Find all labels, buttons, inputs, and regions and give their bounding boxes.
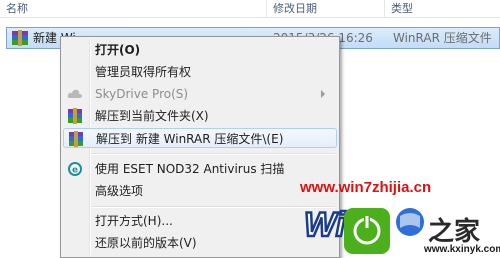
menu-item-label: 打开(O)	[95, 43, 141, 57]
column-date-modified[interactable]: 修改日期	[266, 0, 384, 17]
menu-item-eset-scan[interactable]: e 使用 ESET NOD32 Antivirus 扫描	[63, 159, 337, 179]
file-type: WinRAR 压缩文件	[393, 31, 492, 45]
menu-item-advanced-options[interactable]: 高级选项	[63, 181, 337, 201]
svg-text:e: e	[72, 166, 78, 176]
menu-item-label: 还原以前的版本(V)	[95, 236, 197, 250]
column-type[interactable]: 类型	[384, 0, 500, 17]
winrar-extract-icon	[69, 131, 83, 147]
context-menu: 打开(O) 管理员取得所有权 SkyDrive Pro(S) 解压到当前文件夹(…	[60, 36, 340, 258]
menu-separator	[91, 206, 335, 208]
cloud-icon	[67, 89, 82, 98]
menu-item-label: 解压到当前文件夹(X)	[95, 109, 209, 123]
menu-item-extract-to-folder[interactable]: 解压到 新建 WinRAR 压缩文件\(E)	[63, 128, 337, 148]
menu-item-restore-previous-versions[interactable]: 还原以前的版本(V)	[63, 233, 337, 253]
menu-item-extract-here[interactable]: 解压到当前文件夹(X)	[63, 106, 337, 126]
menu-item-label: 高级选项	[95, 184, 144, 198]
winrar-archive-icon	[12, 30, 28, 46]
menu-item-label: SkyDrive Pro(S)	[95, 87, 189, 101]
menu-item-label: 打开方式(H)...	[95, 214, 173, 228]
menu-item-label: 管理员取得所有权	[95, 65, 192, 79]
submenu-arrow-icon	[321, 90, 325, 98]
menu-item-skydrive-pro[interactable]: SkyDrive Pro(S)	[63, 84, 337, 104]
menu-item-open-with[interactable]: 打开方式(H)...	[63, 211, 337, 231]
menu-item-label: 使用 ESET NOD32 Antivirus 扫描	[95, 162, 285, 176]
menu-separator	[91, 153, 335, 155]
eset-icon: e	[68, 162, 82, 176]
watermark-site: www.kxinyk.com	[424, 244, 500, 255]
menu-item-label: 解压到 新建 WinRAR 压缩文件\(E)	[96, 132, 284, 146]
column-name[interactable]: 名称	[0, 0, 266, 17]
menu-item-open[interactable]: 打开(O)	[63, 40, 337, 60]
winrar-extract-icon	[68, 108, 82, 124]
svg-text:之家: 之家	[428, 216, 480, 247]
menu-item-take-ownership[interactable]: 管理员取得所有权	[63, 62, 337, 82]
column-header: 名称 修改日期 类型	[0, 0, 500, 18]
